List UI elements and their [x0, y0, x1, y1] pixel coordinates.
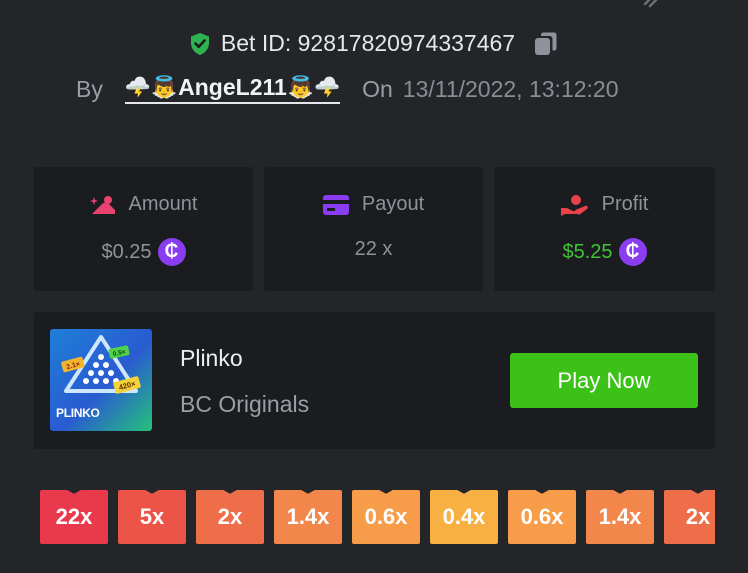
thumb-title: PLINKO	[56, 406, 100, 420]
amount-card: Amount $0.25 ₵	[34, 167, 253, 291]
username-link[interactable]: 🌩️👼 AngeL211 👼🌩️	[124, 74, 341, 104]
copy-icon[interactable]	[533, 31, 559, 57]
amount-value: $0.25	[101, 240, 152, 263]
bet-id-row: Bet ID: 92817820974337467	[0, 30, 748, 57]
multiplier-slot: 22x	[40, 490, 108, 544]
profit-icon	[560, 194, 588, 216]
bet-datetime: 13/11/2022, 13:12:20	[402, 75, 619, 102]
username-prefix-emoji: 🌩️👼	[124, 75, 178, 99]
thumb-tag-2: 0.5×	[112, 348, 126, 358]
game-provider: BC Originals	[180, 391, 310, 417]
multiplier-slot: 0.6x	[352, 490, 420, 544]
username: AngeL211	[178, 74, 287, 100]
amount-label: Amount	[128, 193, 198, 215]
verified-shield-icon	[190, 32, 209, 55]
username-suffix-emoji: 👼🌩️	[287, 75, 341, 99]
multiplier-slot: 2x	[664, 490, 715, 544]
plinko-thumbnail[interactable]: 2.1× 0.5× 420× PLINKO	[50, 329, 152, 431]
profit-card: Profit $5.25 ₵	[494, 167, 715, 291]
game-card: 2.1× 0.5× 420× PLINKO Plinko BC Original…	[34, 312, 715, 449]
multiplier-slot: 0.4x	[430, 490, 498, 544]
coin-icon: ₵	[157, 238, 186, 266]
on-label: On	[362, 75, 393, 102]
bet-id-text: Bet ID: 92817820974337467	[220, 30, 516, 56]
by-label: By	[76, 75, 103, 102]
multiplier-slot: 1.4x	[274, 490, 342, 544]
payout-value: 22 x	[354, 238, 393, 260]
bet-stats: Amount $0.25 ₵ Payout 22 x Profit $5.25 …	[34, 167, 715, 291]
plinko-multiplier-row: 22x 5x 2x 1.4x 0.6x 0.4x 0.6x 1.4x 2x	[40, 490, 715, 544]
play-now-button[interactable]: Play Now	[510, 353, 698, 408]
bet-author-row: By 🌩️👼 AngeL211 👼🌩️ On 13/11/2022, 13:12…	[76, 74, 619, 104]
payout-label: Payout	[361, 193, 425, 215]
share-icon[interactable]	[642, 0, 668, 8]
payout-card: Payout 22 x	[264, 167, 483, 291]
payout-card-icon	[322, 194, 349, 215]
profit-value: $5.25	[562, 240, 613, 263]
multiplier-slot: 1.4x	[586, 490, 654, 544]
multiplier-slot: 5x	[118, 490, 186, 544]
amount-icon	[89, 195, 115, 214]
multiplier-slot: 0.6x	[508, 490, 576, 544]
coin-icon: ₵	[618, 238, 647, 266]
game-name[interactable]: Plinko	[180, 345, 243, 372]
profit-label: Profit	[601, 193, 649, 215]
multiplier-slot: 2x	[196, 490, 264, 544]
